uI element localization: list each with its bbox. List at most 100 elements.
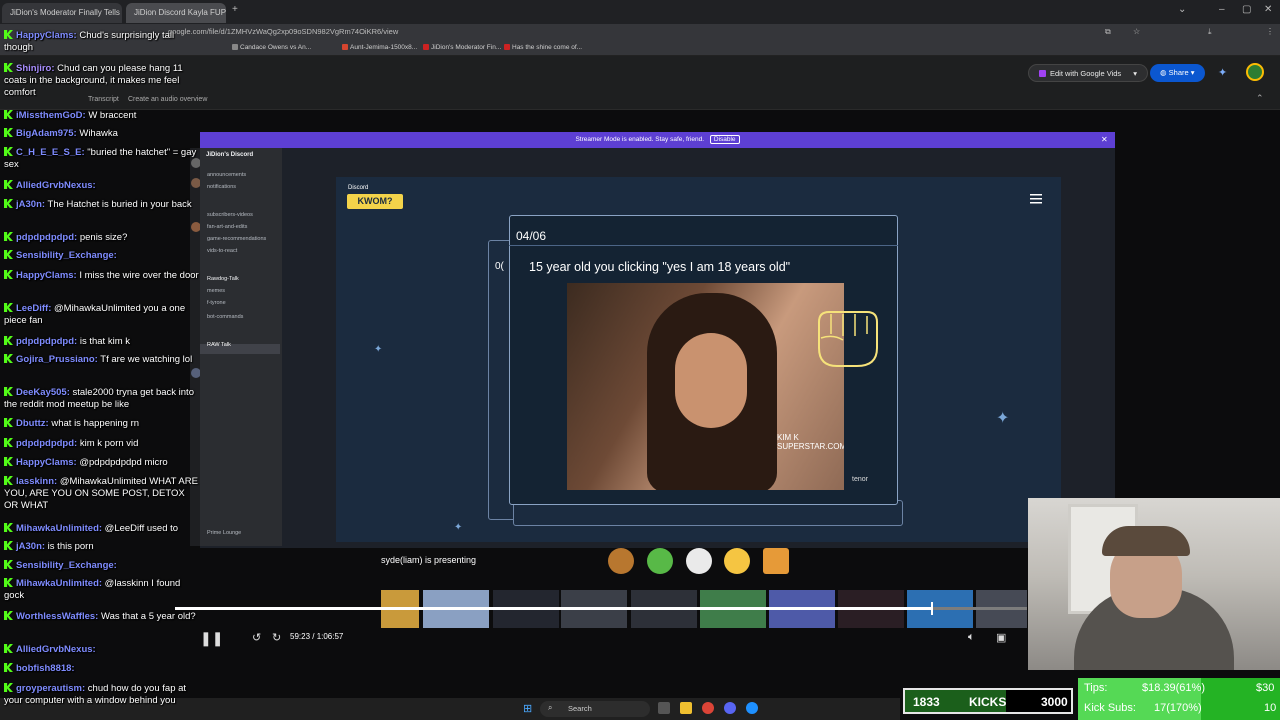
chat-username[interactable]: MihawkaUnlimited: [16, 523, 102, 534]
chat-username[interactable]: pdpdpdpdpd: [16, 336, 77, 347]
cookie-reaction-icon[interactable] [608, 548, 634, 574]
channel-item[interactable]: Rawdog-Talk [207, 276, 239, 282]
taskbar-search[interactable]: ⌕ Search [540, 701, 650, 717]
chat-username[interactable]: MihawkaUnlimited: [16, 578, 102, 589]
minimize-icon[interactable]: – [1219, 4, 1225, 15]
card-divider [509, 245, 898, 246]
nauseated-reaction-icon[interactable] [647, 548, 673, 574]
chevron-up-icon[interactable]: ⌃ [1256, 93, 1264, 104]
hamburger-menu-icon[interactable] [1030, 194, 1042, 204]
account-avatar[interactable] [1246, 63, 1264, 81]
bookmark[interactable]: Has the shine come of... [504, 44, 582, 51]
fist-sticker-icon [818, 311, 878, 367]
channel-item[interactable]: vids-to-react [207, 248, 237, 254]
tab-search-icon[interactable]: ⌄ [1178, 4, 1186, 15]
chat-username[interactable]: pdpdpdpdpd: [16, 438, 77, 449]
chat-username[interactable]: HappyClams: [16, 270, 77, 281]
channel-item[interactable]: memes [207, 288, 225, 294]
kick-badge-icon [4, 683, 13, 692]
chat-username[interactable]: iMissthemGoD: [16, 110, 86, 121]
chat-username[interactable]: LeeDiff: [16, 303, 51, 314]
chat-username[interactable]: AlliedGrvbNexus: [16, 180, 96, 191]
chat-username[interactable]: Sensibility_Exchange: [16, 560, 117, 571]
chat-username[interactable]: groyperautism: [16, 683, 85, 694]
grin-reaction-icon[interactable] [724, 548, 750, 574]
chat-message: jA30n: is this porn [4, 541, 200, 553]
share-button[interactable]: ◍ Share ▾ [1150, 64, 1205, 82]
seek-handle[interactable] [930, 602, 933, 615]
trophy-reaction-icon[interactable] [763, 548, 789, 574]
kick-badge-icon [4, 387, 13, 396]
channel-item[interactable]: subscribers-videos [207, 212, 253, 218]
seek-bar[interactable] [175, 602, 1027, 615]
forward-10-icon[interactable]: ↻ [272, 631, 281, 644]
chat-username[interactable]: lasskinn: [16, 476, 57, 487]
server-name[interactable]: JiDion's Discord [206, 152, 253, 158]
chat-username[interactable]: HappyClams: [16, 30, 77, 41]
edit-with-vids-button[interactable]: Edit with Google Vids ▾ [1028, 64, 1149, 82]
volume-icon[interactable]: 🔈︎ [968, 631, 975, 644]
webcam-subject-cap [1102, 526, 1190, 556]
chat-username[interactable]: HappyClams: [16, 457, 77, 468]
close-banner-icon[interactable]: ✕ [1101, 135, 1108, 144]
windows-start-icon[interactable]: ⊞ [523, 702, 532, 715]
close-window-icon[interactable]: ✕ [1264, 4, 1272, 15]
chat-message: Sensibility_Exchange: [4, 560, 200, 572]
chat-message: iMissthemGoD: W braccent [4, 110, 200, 122]
chat-message: MihawkaUnlimited: @lasskinn I found gock [4, 578, 200, 602]
chat-username[interactable]: WorthlessWaffles: [16, 611, 98, 622]
channel-item[interactable]: fan-art-and-edits [207, 224, 247, 230]
task-view-icon[interactable] [658, 702, 670, 714]
chat-username[interactable]: BigAdam975: [16, 128, 77, 139]
file-explorer-icon[interactable] [680, 702, 692, 714]
chat-username[interactable]: DeeKay505: [16, 387, 70, 398]
channel-item[interactable]: notifications [207, 184, 236, 190]
voice-channel-item[interactable]: RAW Talk [207, 342, 231, 348]
kwom-logo: KWOM? [347, 194, 403, 209]
chat-username[interactable]: Dbuttz: [16, 418, 49, 429]
bookmark[interactable]: JiDion's Moderator Fin... [423, 44, 501, 51]
pause-icon[interactable]: ❚❚ [200, 630, 223, 647]
channel-item[interactable]: game-recommendations [207, 236, 266, 242]
chrome-icon[interactable] [702, 702, 714, 714]
chat-username[interactable]: C_H_E_E_S_E: [16, 147, 85, 158]
chat-username[interactable]: jA30n: [16, 199, 45, 210]
skull-reaction-icon[interactable] [686, 548, 712, 574]
channel-item[interactable]: bot-commands [207, 314, 243, 320]
chevron-down-icon[interactable]: ▾ [1133, 69, 1137, 78]
chat-username[interactable]: Gojira_Prussiano: [16, 354, 98, 365]
chat-message: HappyClams: I miss the wire over the doo… [4, 270, 200, 282]
download-icon[interactable]: ⤓ [1208, 27, 1212, 37]
chat-username[interactable]: bobfish8818: [16, 663, 75, 674]
maximize-icon[interactable]: ▢ [1242, 4, 1251, 15]
presenting-label: syde(liam) is presenting [381, 555, 477, 565]
chat-username[interactable]: pdpdpdpdpd: [16, 232, 77, 243]
gemini-icon[interactable]: ✦ [1218, 66, 1227, 79]
discord-icon[interactable] [724, 702, 736, 714]
bookmark[interactable]: Candace Owens vs An... [232, 44, 311, 51]
rewind-10-icon[interactable]: ↺ [252, 631, 261, 644]
chat-username[interactable]: AlliedGrvbNexus: [16, 644, 96, 655]
bookmark[interactable]: Aunt-Jemima-1500x8... [342, 44, 417, 51]
subs-label: Kick Subs: [1084, 702, 1136, 714]
kicks-current: 1833 [913, 695, 940, 709]
voice-channel-item[interactable]: Prime Lounge [207, 530, 241, 536]
chat-username[interactable]: jA30n: [16, 541, 45, 552]
new-tab-icon[interactable]: + [232, 4, 238, 15]
kick-badge-icon [4, 147, 13, 156]
chat-username[interactable]: Shinjiro: [16, 63, 55, 74]
app-icon[interactable] [746, 702, 758, 714]
chat-text: Was that a 5 year old? [98, 611, 196, 622]
channel-item[interactable]: f-tyrone [207, 300, 226, 306]
menu-kebab-icon[interactable]: ⋮ [1266, 27, 1274, 36]
channel-item[interactable]: announcements [207, 172, 246, 178]
kick-badge-icon [4, 476, 13, 485]
cast-icon[interactable]: ⧉ [1105, 27, 1111, 37]
bookmark-star-icon[interactable]: ☆ [1133, 27, 1140, 36]
kick-badge-icon [4, 523, 13, 532]
captions-icon[interactable]: ▣ [996, 631, 1006, 644]
chat-username[interactable]: Sensibility_Exchange: [16, 250, 117, 261]
chat-text: W braccent [85, 110, 137, 121]
disable-streamer-mode-button[interactable]: Disable [709, 135, 740, 144]
chat-message: LeeDiff: @MihawkaUnlimited you a one pie… [4, 303, 200, 327]
